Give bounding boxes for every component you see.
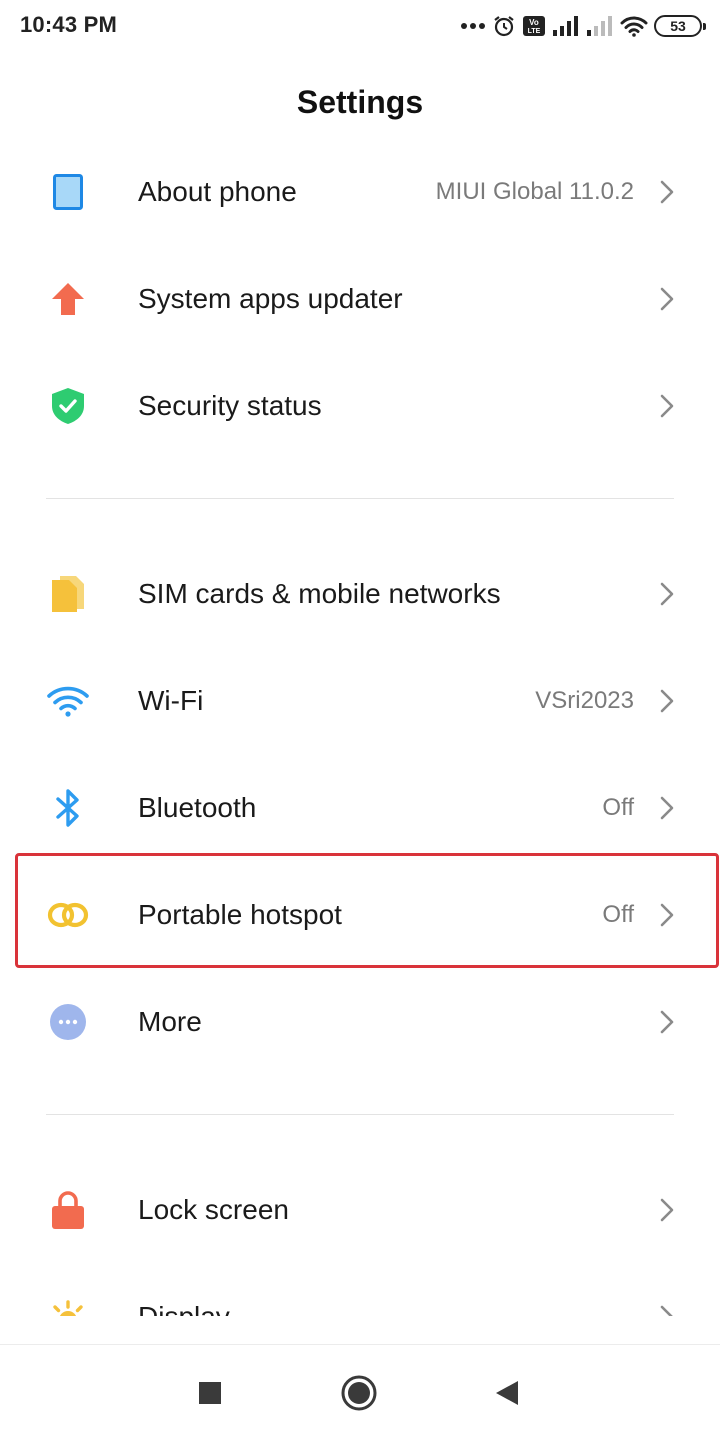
settings-item-label: Display	[138, 1300, 230, 1317]
chevron-right-icon	[660, 394, 674, 417]
chevron-right-icon	[660, 903, 674, 926]
settings-list: Settings About phone MIUI Global 11.0.2 …	[0, 0, 720, 1316]
settings-item-label: System apps updater	[138, 282, 403, 314]
settings-item-label: Wi-Fi	[138, 684, 204, 716]
bluetooth-icon	[44, 784, 92, 832]
sim-card-icon	[44, 570, 92, 618]
chevron-right-icon	[660, 1305, 674, 1316]
more-dots-icon	[44, 998, 92, 1046]
section-divider	[46, 498, 674, 499]
lock-icon	[44, 1186, 92, 1234]
settings-item-label: Bluetooth	[138, 791, 257, 823]
settings-item-bluetooth[interactable]: Bluetooth Off	[0, 754, 720, 861]
settings-item-security-status[interactable]: Security status	[0, 352, 720, 459]
settings-item-value: VSri2023	[535, 686, 634, 714]
settings-item-portable-hotspot[interactable]: Portable hotspot Off	[0, 861, 720, 968]
chevron-right-icon	[660, 689, 674, 712]
page-title: Settings	[296, 84, 424, 120]
home-circle-icon[interactable]	[340, 1374, 378, 1412]
navigation-bar	[0, 1344, 720, 1440]
settings-item-display[interactable]: Display	[0, 1263, 720, 1316]
chevron-right-icon	[660, 1198, 674, 1221]
chevron-right-icon	[660, 796, 674, 819]
settings-item-label: Portable hotspot	[138, 898, 342, 930]
settings-item-label: More	[138, 1005, 202, 1037]
sun-icon	[44, 1293, 92, 1316]
settings-item-sim-cards[interactable]: SIM cards & mobile networks	[0, 540, 720, 647]
back-triangle-icon[interactable]	[494, 1379, 520, 1407]
settings-item-value: MIUI Global 11.0.2	[435, 177, 634, 205]
chevron-right-icon	[660, 180, 674, 203]
hotspot-link-icon	[44, 891, 92, 939]
settings-item-label: Security status	[138, 389, 322, 421]
recents-square-icon[interactable]	[198, 1381, 222, 1405]
section-divider	[46, 1114, 674, 1115]
chevron-right-icon	[660, 1010, 674, 1033]
chevron-right-icon	[660, 582, 674, 605]
wifi-icon	[44, 677, 92, 725]
settings-item-more[interactable]: More	[0, 968, 720, 1075]
settings-item-label: SIM cards & mobile networks	[138, 577, 501, 609]
arrow-up-icon	[44, 275, 92, 323]
settings-item-lock-screen[interactable]: Lock screen	[0, 1156, 720, 1263]
settings-item-system-apps-updater[interactable]: System apps updater	[0, 245, 720, 352]
settings-item-value: Off	[602, 793, 634, 821]
settings-item-label: About phone	[138, 175, 297, 207]
settings-item-about-phone[interactable]: About phone MIUI Global 11.0.2	[0, 138, 720, 245]
phone-icon	[44, 168, 92, 216]
chevron-right-icon	[660, 287, 674, 310]
shield-check-icon	[44, 382, 92, 430]
settings-item-wifi[interactable]: Wi-Fi VSri2023	[0, 647, 720, 754]
settings-item-value: Off	[602, 900, 634, 928]
settings-item-label: Lock screen	[138, 1193, 289, 1225]
